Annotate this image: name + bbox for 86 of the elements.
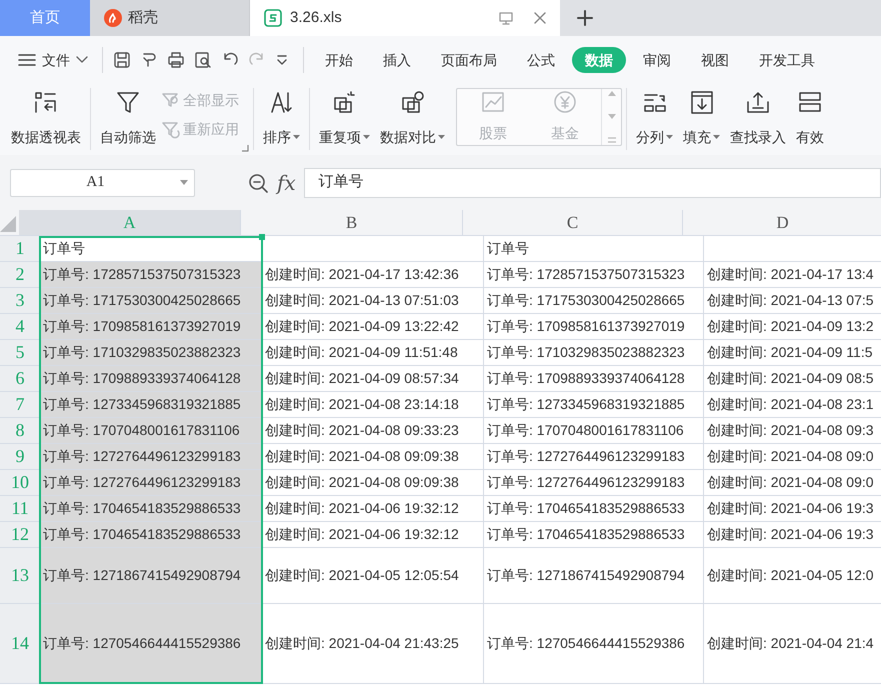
file-menu[interactable]: 文件	[0, 44, 98, 76]
table-cell: 订单号: 1709889339374064128	[484, 366, 704, 391]
table-cell: 订单号: 1710329835023882323	[40, 340, 262, 365]
ribbon-button[interactable]: 查找录入	[725, 88, 791, 148]
data-compare-icon	[400, 90, 426, 116]
flame-icon	[104, 9, 122, 27]
fill-handle[interactable]	[259, 234, 265, 240]
table-cell: 创建时间: 2021-04-04 21:43:25	[262, 604, 484, 683]
monitor-icon[interactable]	[498, 10, 514, 26]
column-header[interactable]: D	[683, 210, 881, 235]
table-cell: 订单号: 1270546644415529386	[40, 604, 262, 683]
ribbon-button[interactable]: 数据对比	[375, 88, 450, 148]
ribbon-button[interactable]: 数据透视表	[6, 88, 86, 148]
fill-down-icon	[688, 90, 714, 116]
table-cell: 订单号: 1709858161373927019	[40, 314, 262, 339]
table-cell: 订单号: 1272764496123299183	[40, 444, 262, 469]
name-box[interactable]: A1	[10, 168, 195, 196]
table-cell: 订单号: 1704654183529886533	[484, 496, 704, 521]
function-label[interactable]: fx	[277, 168, 296, 198]
dropdown-icon[interactable]	[275, 53, 289, 67]
filter-refresh-icon	[161, 120, 181, 140]
table-cell: 订单号: 1271867415492908794	[40, 548, 262, 603]
ribbon-button[interactable]: 排序	[258, 88, 305, 148]
formula-input[interactable]: 订单号	[304, 168, 881, 198]
table-cell: 订单号: 1728571537507315323	[484, 262, 704, 287]
table-cell: 订单号	[484, 236, 704, 261]
zoom-icon[interactable]	[247, 172, 269, 194]
document-tab[interactable]: 稻壳	[90, 0, 250, 36]
table-cell: 订单号: 1709889339374064128	[40, 366, 262, 391]
table-cell: 订单号: 1704654183529886533	[484, 522, 704, 547]
duplicates-icon	[332, 90, 358, 116]
table-cell: 创建时间: 2021-04-06 19:32:12	[262, 496, 484, 521]
ribbon-button[interactable]: 自动筛选	[95, 88, 161, 148]
table-cell: 创建时间: 2021-04-08 09:09:38	[262, 470, 484, 495]
table-cell: 订单号: 1704654183529886533	[40, 496, 262, 521]
table-cell: 订单号: 1710329835023882323	[484, 340, 704, 365]
ribbon-tab[interactable]: 页面布局	[428, 47, 510, 73]
print-icon[interactable]	[167, 51, 185, 69]
column-header[interactable]: C	[463, 210, 683, 235]
document-tab[interactable]: 3.26.xls	[250, 0, 560, 36]
ribbon-button[interactable]: 填充	[678, 88, 725, 148]
table-cell: 创建时间: 2021-04-08 23:14:18	[262, 392, 484, 417]
dialog-launcher-icon[interactable]	[242, 145, 249, 152]
ribbon-tab[interactable]: 审阅	[630, 47, 684, 73]
table-cell: 订单号: 1273345968319321885	[40, 392, 262, 417]
table-cell: 订单号: 1273345968319321885	[484, 392, 704, 417]
table-cell: 订单号: 1717530300425028665	[40, 288, 262, 313]
ribbon-button[interactable]: 重复项	[314, 88, 375, 148]
spreadsheet-icon	[264, 9, 282, 27]
table-cell: 创建时间: 2021-04-09 08:57:34	[262, 366, 484, 391]
caret-down-icon	[180, 180, 188, 185]
table-cell: 订单号: 1707048001617831106	[40, 418, 262, 443]
table-cell: 创建时间: 2021-04-06 19:32:12	[262, 522, 484, 547]
table-cell: 订单号: 1707048001617831106	[484, 418, 704, 443]
ribbon-button[interactable]: 分列	[631, 88, 678, 148]
scroll-up-icon[interactable]	[608, 91, 616, 96]
table-cell: 订单号: 1717530300425028665	[484, 288, 704, 313]
table-cell: 订单号: 1704654183529886533	[40, 522, 262, 547]
table-cell: 订单号: 1728571537507315323	[40, 262, 262, 287]
ribbon-tab[interactable]: 开始	[312, 47, 366, 73]
menu-icon	[18, 53, 36, 67]
table-cell: 订单号: 1270546644415529386	[484, 604, 704, 683]
ribbon-tab[interactable]: 插入	[370, 47, 424, 73]
ribbon-tab[interactable]: 开发工具	[746, 47, 828, 73]
more-icon[interactable]	[608, 137, 616, 143]
table-cell: 创建时间: 2021-04-13 07:51:03	[262, 288, 484, 313]
scroll-down-icon[interactable]	[608, 114, 616, 119]
table-cell: 创建时间: 2021-04-05 12:05:54	[262, 548, 484, 603]
table-cell: 创建时间: 2021-04-08 09:33:23	[262, 418, 484, 443]
close-icon[interactable]	[532, 10, 548, 26]
table-cell: 订单号: 1271867415492908794	[484, 548, 704, 603]
plus-icon[interactable]	[576, 9, 594, 27]
ribbon-button[interactable]: 有效	[791, 88, 829, 148]
table-cell: 订单号: 1709858161373927019	[484, 314, 704, 339]
table-cell: 订单号: 1272764496123299183	[40, 470, 262, 495]
table-cell: 创建时间: 2021-04-08 09:09:38	[262, 444, 484, 469]
table-cell: 订单号: 1272764496123299183	[484, 444, 704, 469]
chevron-down-icon	[76, 56, 88, 64]
table-cell: 创建时间: 2021-04-09 11:51:48	[262, 340, 484, 365]
save-icon[interactable]	[113, 51, 131, 69]
table-cell: 创建时间: 2021-04-09 13:22:42	[262, 314, 484, 339]
ribbon-tab[interactable]: 视图	[688, 47, 742, 73]
table-cell: 订单号: 1272764496123299183	[484, 470, 704, 495]
ribbon-tab[interactable]: 公式	[514, 47, 568, 73]
print-preview-icon[interactable]	[194, 51, 212, 69]
table-cell: 创建时间: 2021-04-17 13:42:36	[262, 262, 484, 287]
